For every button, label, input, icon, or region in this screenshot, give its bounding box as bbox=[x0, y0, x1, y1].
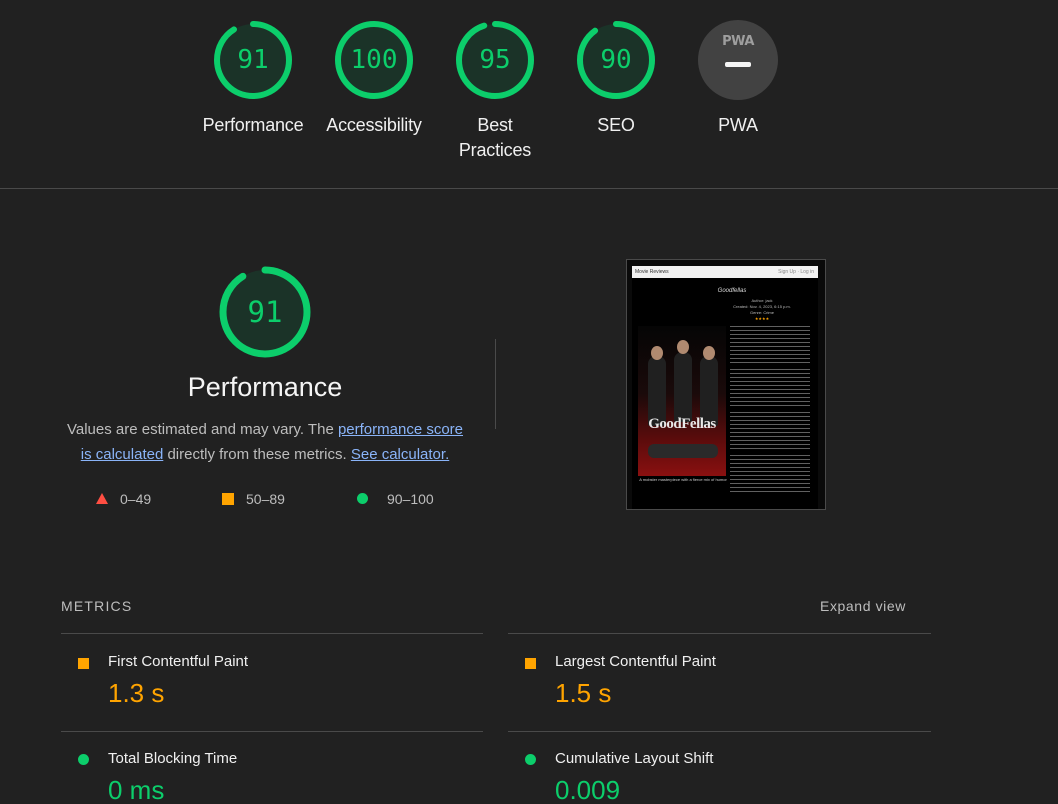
screenshot-paragraph bbox=[730, 412, 810, 452]
poster-face bbox=[651, 346, 663, 360]
metric-name: Largest Contentful Paint bbox=[555, 653, 716, 670]
square-icon bbox=[222, 493, 234, 505]
metric-largest-contentful-paint: Largest Contentful Paint 1.5 s bbox=[508, 634, 928, 724]
circle-icon bbox=[525, 754, 536, 765]
pwa-badge-text: PWA bbox=[722, 34, 754, 49]
poster-figure bbox=[674, 352, 692, 422]
screenshot-navbar: Movie Reviews Sign Up · Log in bbox=[632, 266, 818, 278]
performance-description: Values are estimated and may vary. The p… bbox=[60, 417, 470, 467]
gauge-label: PWA bbox=[718, 115, 758, 135]
legend-range: 90–100 bbox=[387, 491, 434, 507]
poster-caption: A mobster masterpiece with a fierce mix … bbox=[639, 477, 727, 482]
poster-face bbox=[677, 340, 689, 354]
poster-car bbox=[648, 444, 718, 458]
gauge-ring: 91 bbox=[213, 20, 293, 100]
movie-poster-image: GoodFellas bbox=[638, 326, 726, 476]
screenshot-meta: Author: jack Created: Nov. 4, 2023, 6:15… bbox=[722, 298, 802, 322]
see-calculator-link[interactable]: See calculator. bbox=[351, 446, 449, 463]
metric-value: 1.5 s bbox=[555, 678, 612, 708]
gauge-label: Best Practices bbox=[458, 115, 532, 160]
legend-range: 0–49 bbox=[120, 491, 152, 507]
screenshot-review-title: Goodfellas bbox=[717, 288, 747, 294]
square-icon bbox=[78, 658, 89, 669]
description-text: directly from these metrics. bbox=[163, 446, 351, 463]
performance-gauge: 91 bbox=[219, 266, 311, 358]
metric-first-contentful-paint: First Contentful Paint 1.3 s bbox=[61, 634, 481, 724]
metric-total-blocking-time: Total Blocking Time 0 ms bbox=[61, 731, 481, 804]
category-gauge-accessibility[interactable]: 100 Accessibility bbox=[314, 20, 434, 138]
gauge-ring: 100 bbox=[334, 20, 414, 100]
metric-name: First Contentful Paint bbox=[108, 653, 249, 670]
category-gauge-best-practices[interactable]: 95 Best Practices bbox=[435, 20, 555, 163]
gauge-ring: 90 bbox=[576, 20, 656, 100]
gauge-score: 90 bbox=[600, 45, 632, 75]
metric-cumulative-layout-shift: Cumulative Layout Shift 0.009 bbox=[508, 731, 928, 804]
dash-icon bbox=[725, 62, 751, 67]
vertical-divider bbox=[495, 339, 496, 429]
square-icon bbox=[525, 658, 536, 669]
screenshot-paragraph bbox=[730, 369, 810, 409]
gauge-ring: 95 bbox=[455, 20, 535, 100]
screenshot-paragraph bbox=[730, 455, 810, 495]
screenshot-brand: Movie Reviews bbox=[635, 269, 669, 275]
metric-name: Total Blocking Time bbox=[108, 750, 238, 767]
star-rating-icon: ★★★★ bbox=[754, 316, 770, 321]
circle-icon bbox=[78, 754, 89, 765]
triangle-icon bbox=[96, 493, 108, 504]
gauge-label: Accessibility bbox=[326, 115, 422, 135]
description-text: Values are estimated and may vary. The bbox=[66, 421, 338, 438]
category-gauge-performance[interactable]: 91 Performance bbox=[193, 20, 313, 138]
metric-value: 0 ms bbox=[108, 775, 165, 804]
screenshot-nav-links: Sign Up · Log in bbox=[778, 269, 814, 275]
performance-score: 91 bbox=[247, 295, 283, 329]
pwa-badge-icon: PWA bbox=[698, 20, 778, 100]
circle-icon bbox=[357, 493, 368, 504]
metrics-header: METRICS bbox=[61, 598, 133, 614]
screenshot-paragraph bbox=[730, 326, 810, 366]
category-gauge-pwa[interactable]: PWA PWA bbox=[678, 20, 798, 138]
gauge-label: Performance bbox=[202, 115, 304, 135]
screenshot-page: Movie Reviews Sign Up · Log in Goodfella… bbox=[632, 266, 818, 509]
gauge-score: 100 bbox=[350, 45, 398, 75]
gauge-score: 95 bbox=[479, 45, 511, 75]
metric-value: 0.009 bbox=[555, 775, 621, 804]
category-gauge-seo[interactable]: 90 SEO bbox=[556, 20, 676, 138]
metric-value: 1.3 s bbox=[108, 678, 165, 708]
poster-title: GoodFellas bbox=[648, 416, 716, 432]
gauge-label: SEO bbox=[597, 115, 635, 135]
expand-view-button[interactable]: Expand view bbox=[820, 598, 906, 614]
lighthouse-report: 91 Performance 100 Accessibility 95 Best… bbox=[0, 0, 1058, 804]
gauge-score: 91 bbox=[237, 45, 269, 75]
poster-face bbox=[703, 346, 715, 360]
metric-name: Cumulative Layout Shift bbox=[555, 750, 714, 767]
section-divider bbox=[0, 188, 1058, 189]
legend-range: 50–89 bbox=[246, 491, 285, 507]
performance-title: Performance bbox=[187, 372, 343, 402]
final-screenshot[interactable]: Movie Reviews Sign Up · Log in Goodfella… bbox=[626, 259, 826, 510]
